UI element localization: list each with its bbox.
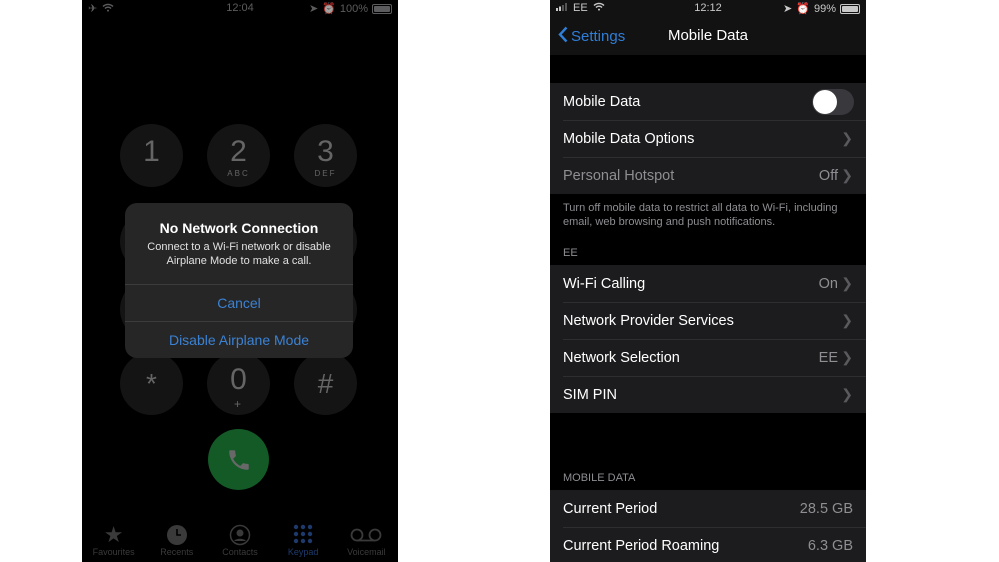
no-network-alert: No Network Connection Connect to a Wi-Fi…	[125, 203, 353, 358]
location-icon: ➤	[783, 3, 793, 15]
section-header-ee: EE	[563, 247, 578, 259]
row-wifi-calling[interactable]: Wi-Fi Calling On ❯	[550, 265, 866, 302]
cancel-button[interactable]: Cancel	[125, 284, 353, 322]
row-label: Current Period	[563, 500, 658, 517]
section-header-mobile-data: MOBILE DATA	[563, 472, 636, 484]
chevron-right-icon: ❯	[841, 167, 853, 183]
row-personal-hotspot[interactable]: Personal Hotspot Off ❯	[550, 157, 866, 194]
chevron-right-icon: ❯	[841, 386, 853, 402]
row-label: Personal Hotspot	[563, 167, 675, 184]
row-label: Current Period Roaming	[563, 537, 720, 554]
alert-message: Connect to a Wi-Fi network or disable Ai…	[147, 241, 331, 267]
phone-dialer-screen: ✈ 12:04 ➤ ⏰ 100% 1 2 ABC 3 DEF * 0 + # ★ Fa…	[82, 0, 398, 562]
row-label: Wi-Fi Calling	[563, 275, 646, 292]
chevron-right-icon: ❯	[841, 312, 853, 328]
row-current-period-roaming: Current Period Roaming 6.3 GB	[550, 527, 866, 562]
row-sim-pin[interactable]: SIM PIN ❯	[550, 376, 866, 413]
carrier-group: Wi-Fi Calling On ❯ Network Provider Serv…	[550, 265, 866, 413]
alert-title: No Network Connection	[159, 220, 319, 236]
row-mobile-data: Mobile Data	[550, 83, 866, 120]
mobile-data-toggle[interactable]	[812, 88, 854, 115]
battery-percent: 99%	[813, 2, 836, 15]
row-mobile-data-options[interactable]: Mobile Data Options ❯	[550, 120, 866, 157]
row-network-selection[interactable]: Network Selection EE ❯	[550, 339, 866, 376]
row-label: Mobile Data	[563, 93, 641, 110]
toggle-knob	[813, 89, 837, 114]
usage-group: Current Period 28.5 GB Current Period Ro…	[550, 490, 866, 562]
mobile-data-group: Mobile Data Mobile Data Options ❯ Person…	[550, 83, 866, 194]
row-value: On	[818, 275, 838, 292]
row-current-period: Current Period 28.5 GB	[550, 490, 866, 527]
row-value: 6.3 GB	[807, 537, 853, 554]
chevron-right-icon: ❯	[841, 130, 853, 146]
row-network-provider-services[interactable]: Network Provider Services ❯	[550, 302, 866, 339]
alarm-icon: ⏰	[796, 3, 810, 15]
phone-settings-screen: EE 12:12 ➤ ⏰ 99% Settings Mobile Data Mo…	[550, 0, 866, 562]
row-label: Network Selection	[563, 349, 680, 366]
battery-icon	[840, 3, 860, 14]
row-label: Network Provider Services	[563, 312, 734, 329]
chevron-right-icon: ❯	[841, 275, 853, 291]
row-label: Mobile Data Options	[563, 130, 695, 147]
row-value: 28.5 GB	[799, 500, 853, 517]
status-bar: EE 12:12 ➤ ⏰ 99%	[550, 0, 866, 17]
chevron-right-icon: ❯	[841, 349, 853, 365]
row-value: Off	[818, 167, 838, 184]
page-title: Mobile Data	[667, 27, 749, 44]
mobile-data-footer: Turn off mobile data to restrict all dat…	[563, 202, 838, 228]
row-label: SIM PIN	[563, 386, 617, 403]
disable-airplane-mode-button[interactable]: Disable Airplane Mode	[125, 321, 353, 359]
row-value: EE	[818, 349, 838, 366]
navigation-bar: Settings Mobile Data	[550, 17, 866, 55]
